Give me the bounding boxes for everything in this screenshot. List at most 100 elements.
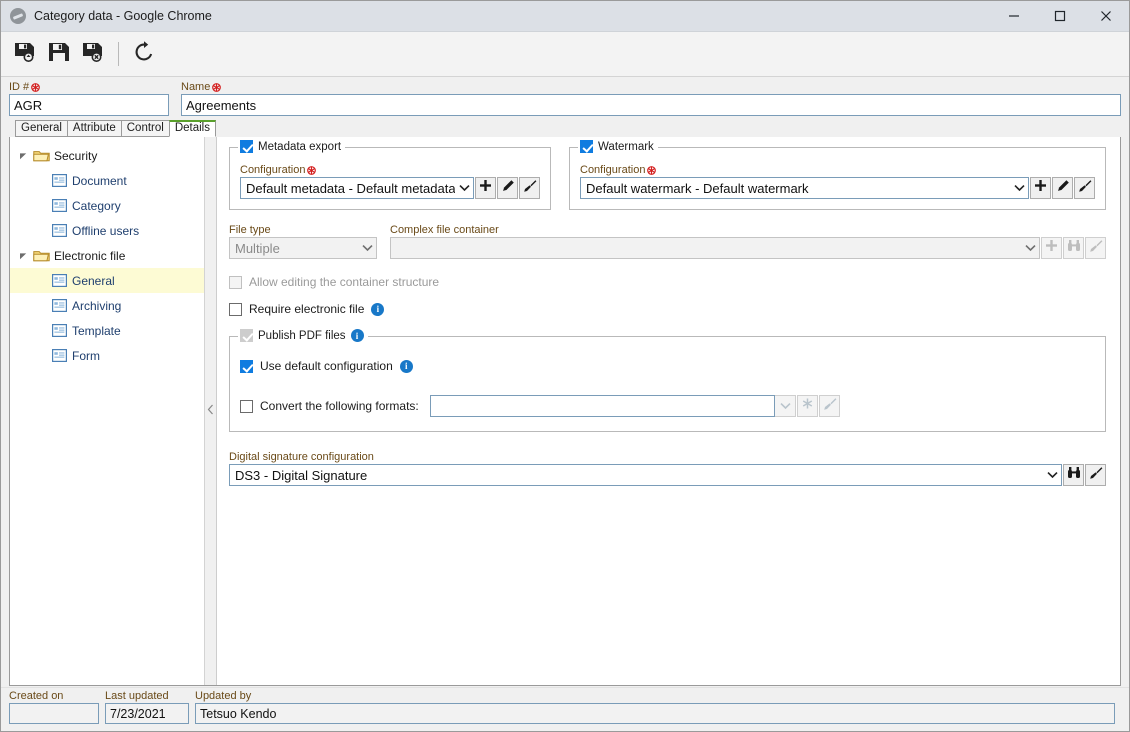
tree-item-template[interactable]: Template (10, 318, 204, 343)
required-marker-icon (212, 82, 222, 92)
required-marker-icon (307, 165, 317, 175)
publish-pdf-label: Publish PDF files (258, 329, 346, 342)
refresh-button[interactable] (128, 38, 160, 70)
convert-formats-label-row[interactable]: Convert the following formats: (240, 399, 430, 413)
asterisk-icon (801, 397, 814, 415)
convert-formats-checkbox[interactable] (240, 399, 253, 413)
watermark-config-row: Default watermark - Default watermark (580, 177, 1095, 199)
info-icon[interactable]: i (399, 359, 413, 373)
toolbar-divider (118, 42, 119, 66)
publish-pdf-checkbox[interactable] (240, 329, 253, 342)
info-icon[interactable]: i (371, 302, 385, 316)
watermark-config-select[interactable]: Default watermark - Default watermark (580, 177, 1029, 199)
expand-triangle-icon[interactable] (16, 251, 30, 260)
plus-icon (1045, 239, 1058, 257)
chevron-left-icon (207, 402, 214, 420)
container-search-button[interactable] (1063, 237, 1084, 259)
metadata-config-select[interactable]: Default metadata - Default metadata (240, 177, 474, 199)
file-type-select[interactable]: Multiple (229, 237, 377, 259)
convert-asterisk-button[interactable] (797, 395, 818, 417)
digital-signature-value: DS3 - Digital Signature (235, 467, 368, 483)
convert-formats-input-row (430, 395, 840, 417)
signature-search-button[interactable] (1063, 464, 1084, 486)
id-input[interactable] (9, 94, 169, 116)
container-add-button[interactable] (1041, 237, 1062, 259)
convert-dropdown-button[interactable] (775, 395, 796, 417)
use-default-configuration-row[interactable]: Use default configuration i (240, 359, 1095, 373)
watermark-checkbox[interactable] (580, 140, 593, 153)
tab-details[interactable]: Details (168, 120, 216, 137)
chevron-down-icon[interactable] (1043, 471, 1061, 479)
digital-signature-select[interactable]: DS3 - Digital Signature (229, 464, 1062, 486)
tab-attribute[interactable]: Attribute (66, 120, 122, 137)
save-and-close-button[interactable] (77, 38, 109, 70)
watermark-clear-button[interactable] (1074, 177, 1095, 199)
tree-item-form[interactable]: Form (10, 343, 204, 368)
metadata-export-checkbox[interactable] (240, 140, 253, 153)
chevron-down-icon[interactable] (1010, 184, 1028, 192)
allow-editing-container-checkbox[interactable] (229, 275, 242, 289)
allow-editing-container-row[interactable]: Allow editing the container structure (229, 275, 1106, 289)
convert-clear-button[interactable] (819, 395, 840, 417)
tree-label: Template (72, 323, 121, 338)
require-electronic-file-checkbox[interactable] (229, 302, 242, 316)
created-on-label: Created on (9, 690, 64, 702)
tree-group-electronic-file[interactable]: Electronic file (10, 243, 204, 268)
export-watermark-row: Metadata export Configuration Default me… (229, 140, 1106, 210)
name-input[interactable] (181, 94, 1121, 116)
maximize-button[interactable] (1037, 1, 1083, 32)
complex-file-container-group: Complex file container (390, 224, 1106, 259)
metadata-config-row: Default metadata - Default metadata (240, 177, 540, 199)
chevron-down-icon (779, 397, 791, 415)
watermark-add-button[interactable] (1030, 177, 1051, 199)
metadata-edit-button[interactable] (497, 177, 518, 199)
minimize-button[interactable] (991, 1, 1037, 32)
form-icon (48, 299, 70, 312)
complex-file-container-label: Complex file container (390, 224, 499, 236)
broom-icon (1089, 466, 1103, 485)
body-split: Security Document Category Offline users… (9, 136, 1121, 686)
tree-item-general[interactable]: General (10, 268, 204, 293)
category-data-window: Category data - Google Chrome ID # AGR N… (0, 0, 1130, 732)
watermark-config-value: Default watermark - Default watermark (586, 180, 809, 196)
chevron-down-icon[interactable] (455, 184, 473, 192)
sidebar-collapse-handle[interactable] (205, 137, 217, 685)
use-default-configuration-checkbox[interactable] (240, 359, 253, 373)
container-clear-button[interactable] (1085, 237, 1106, 259)
save-and-new-button[interactable] (9, 38, 41, 70)
form-icon (48, 324, 70, 337)
floppy-disk-plus-icon (13, 40, 37, 69)
file-type-value: Multiple (235, 240, 280, 256)
expand-triangle-icon[interactable] (16, 151, 30, 160)
chevron-down-icon[interactable] (358, 244, 376, 252)
info-icon[interactable]: i (350, 329, 364, 342)
tree-group-security[interactable]: Security (10, 143, 204, 168)
navigation-tree: Security Document Category Offline users… (10, 137, 205, 685)
tree-item-category[interactable]: Category (10, 193, 204, 218)
close-button[interactable] (1083, 1, 1129, 32)
tree-item-offline-users[interactable]: Offline users (10, 218, 204, 243)
watermark-edit-button[interactable] (1052, 177, 1073, 199)
metadata-add-button[interactable] (475, 177, 496, 199)
file-type-label: File type (229, 224, 271, 236)
tree-label: Category (72, 198, 121, 213)
plus-icon (1034, 179, 1047, 197)
updated-by-input (195, 703, 1115, 724)
tree-item-archiving[interactable]: Archiving (10, 293, 204, 318)
metadata-export-group: Metadata export Configuration Default me… (229, 140, 551, 210)
complex-file-container-select[interactable] (390, 237, 1040, 259)
record-metadata-bar: Created on Last updated Updated by (1, 687, 1129, 731)
metadata-clear-button[interactable] (519, 177, 540, 199)
tab-control[interactable]: Control (120, 120, 170, 137)
save-button[interactable] (43, 38, 75, 70)
signature-clear-button[interactable] (1085, 464, 1106, 486)
last-updated-label: Last updated (105, 690, 169, 702)
tab-general[interactable]: General (15, 120, 68, 137)
convert-formats-input[interactable] (430, 395, 775, 417)
form-icon (48, 349, 70, 362)
tree-label: General (72, 273, 115, 288)
require-electronic-file-row[interactable]: Require electronic file i (229, 302, 1106, 316)
tree-item-document[interactable]: Document (10, 168, 204, 193)
form-icon (48, 199, 70, 212)
chevron-down-icon[interactable] (1021, 244, 1039, 252)
